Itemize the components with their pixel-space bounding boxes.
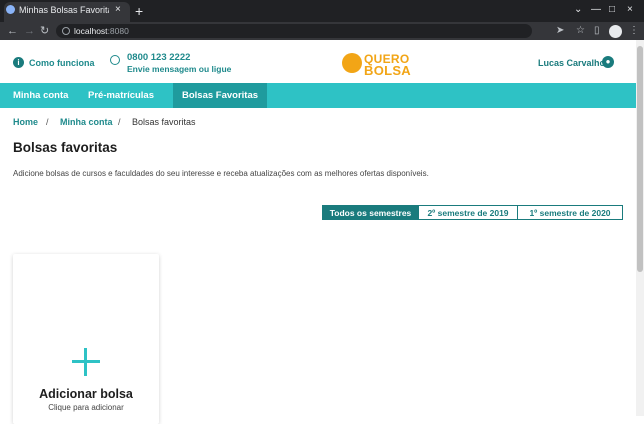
tab-favicon-icon <box>6 5 15 14</box>
profile-avatar[interactable] <box>609 25 622 38</box>
url-text: localhost:8080 <box>74 26 129 36</box>
nav-item-bolsas-favoritas[interactable]: Bolsas Favoritas <box>173 83 268 108</box>
logo-text-line2: BOLSA <box>364 63 411 78</box>
new-tab-button[interactable]: + <box>135 3 143 19</box>
close-window-button[interactable]: × <box>627 4 633 16</box>
page-subtitle: Adicione bolsas de cursos e faculdades d… <box>13 169 429 178</box>
minimize-button[interactable]: — <box>591 4 601 16</box>
page-title: Bolsas favoritas <box>13 140 118 155</box>
phone-subtitle: Envie mensagem ou ligue <box>127 64 232 74</box>
tab-title: Minhas Bolsas Favoritas | <box>19 5 109 15</box>
info-icon: i <box>13 57 24 68</box>
side-panel-icon[interactable]: ▯ <box>594 24 600 38</box>
add-card-subtitle: Clique para adicionar <box>48 403 124 412</box>
send-icon[interactable]: ➤ <box>556 24 564 38</box>
menu-dots-icon[interactable]: ⋮ <box>629 24 639 38</box>
user-avatar-icon[interactable]: ● <box>602 56 614 68</box>
breadcrumb-current: Bolsas favoritas <box>132 117 196 127</box>
nav-item-pre-matriculas[interactable]: Pré-matrículas <box>88 83 154 108</box>
breadcrumb-account[interactable]: Minha conta <box>60 116 113 128</box>
tab-search-icon[interactable]: ⌄ <box>574 4 582 16</box>
maximize-button[interactable]: □ <box>609 4 615 16</box>
phone-number[interactable]: 0800 123 2222 <box>127 52 190 63</box>
bookmark-star-icon[interactable]: ☆ <box>576 24 585 38</box>
plus-icon <box>84 348 87 376</box>
breadcrumb-separator: / <box>46 117 49 127</box>
logo-icon[interactable] <box>342 53 362 73</box>
forward-arrow-icon[interactable]: → <box>24 24 35 38</box>
back-arrow-icon[interactable]: ← <box>7 24 18 38</box>
whatsapp-icon <box>110 55 120 65</box>
filter-2020-1[interactable]: 1º semestre de 2020 <box>517 205 623 220</box>
how-it-works-link[interactable]: Como funciona <box>29 58 95 68</box>
add-card-title: Adicionar bolsa <box>39 387 133 401</box>
filter-all-semesters[interactable]: Todos os semestres <box>322 205 419 220</box>
filter-2019-2[interactable]: 2º semestre de 2019 <box>418 205 518 220</box>
breadcrumb-separator: / <box>118 117 121 127</box>
user-name[interactable]: Lucas Carvalho <box>538 58 605 68</box>
nav-item-minha-conta[interactable]: Minha conta <box>13 83 68 108</box>
breadcrumb-home[interactable]: Home <box>13 116 38 128</box>
scrollbar-thumb[interactable] <box>637 46 643 272</box>
reload-icon[interactable]: ↻ <box>40 24 49 38</box>
tab-close-icon[interactable]: × <box>115 3 121 17</box>
site-info-icon[interactable] <box>62 27 70 35</box>
